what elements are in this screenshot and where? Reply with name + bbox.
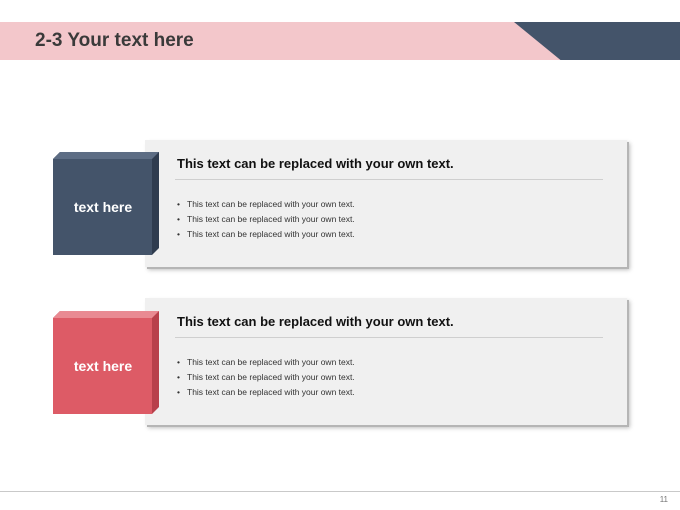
box-label: text here — [73, 357, 133, 374]
bullet-list: This text can be replaced with your own … — [177, 197, 355, 242]
content-card-2: This text can be replaced with your own … — [145, 298, 627, 425]
bullet-item: This text can be replaced with your own … — [177, 212, 355, 227]
card-heading: This text can be replaced with your own … — [177, 314, 454, 329]
footer-divider — [0, 491, 680, 492]
card-heading: This text can be replaced with your own … — [177, 156, 454, 171]
page-title: 2-3 Your text here — [35, 30, 194, 51]
bullet-list: This text can be replaced with your own … — [177, 355, 355, 400]
label-box-red: text here — [53, 311, 159, 414]
box-label: text here — [73, 198, 133, 215]
bullet-item: This text can be replaced with your own … — [177, 385, 355, 400]
card-divider — [175, 179, 603, 180]
card-divider — [175, 337, 603, 338]
page-number: 11 — [659, 495, 668, 504]
bullet-item: This text can be replaced with your own … — [177, 370, 355, 385]
bullet-item: This text can be replaced with your own … — [177, 197, 355, 212]
label-box-navy: text here — [53, 152, 159, 255]
bullet-item: This text can be replaced with your own … — [177, 227, 355, 242]
bullet-item: This text can be replaced with your own … — [177, 355, 355, 370]
content-card-1: This text can be replaced with your own … — [145, 140, 627, 267]
